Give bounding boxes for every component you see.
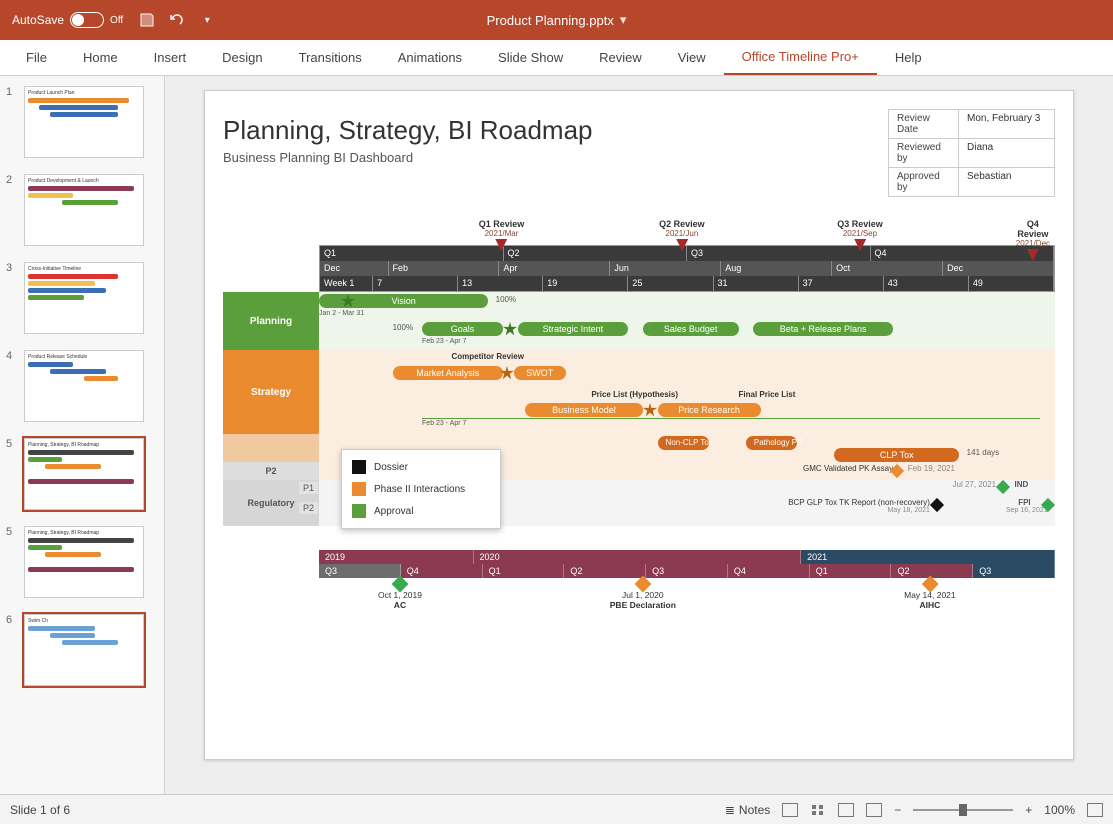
task-market-analysis[interactable]: Market Analysis	[393, 366, 503, 380]
zoom-out-button[interactable]: −	[894, 803, 901, 817]
milestone-burst-icon	[503, 322, 517, 336]
lane-planning[interactable]: Planning Vision 100% Jan 2 - Mar 31 Goal…	[223, 292, 1055, 350]
zoom-in-button[interactable]: +	[1025, 803, 1032, 817]
tab-slideshow[interactable]: Slide Show	[480, 40, 581, 75]
timescale: Q1Q2Q3Q4 DecFebAprJunAugOctDec Week 1713…	[319, 245, 1055, 292]
reading-view-icon[interactable]	[838, 803, 854, 817]
milestone-ac: Oct 1, 2019AC	[378, 578, 422, 610]
sorter-view-icon[interactable]	[810, 803, 826, 817]
task-price-research[interactable]: Price Research	[658, 403, 761, 417]
notes-icon: ≣	[725, 803, 735, 817]
undo-icon[interactable]	[169, 12, 185, 28]
fit-to-window-icon[interactable]	[1087, 803, 1103, 817]
thumb-1[interactable]: 1Product Launch Plan	[0, 82, 164, 170]
lane-strategy[interactable]: Strategy Competitor Review Market Analys…	[223, 350, 1055, 434]
tab-insert[interactable]: Insert	[136, 40, 205, 75]
task-plans[interactable]: Beta + Release Plans	[753, 322, 893, 336]
document-title: Product Planning.pptx▾	[487, 12, 627, 28]
thumb-6[interactable]: 6Swim Ch	[0, 610, 164, 698]
legend-item[interactable]: Phase II Interactions	[342, 478, 500, 500]
zoom-level: 100%	[1044, 803, 1075, 817]
review-q1: Q1 Review2021/Mar	[479, 219, 525, 251]
milestone-burst-icon	[341, 294, 355, 308]
milestone-pbe: Jul 1, 2020PBE Declaration	[610, 578, 676, 610]
title-bar: AutoSave Off ▾ Product Planning.pptx▾	[0, 0, 1113, 40]
milestone-aihc: May 14, 2021AIHC	[904, 578, 956, 610]
save-icon[interactable]	[139, 12, 155, 28]
timeline[interactable]: Q1 Review2021/Mar Q2 Review2021/Jun Q3 R…	[223, 219, 1055, 618]
tab-transitions[interactable]: Transitions	[281, 40, 380, 75]
task-business-model[interactable]: Business Model	[525, 403, 643, 417]
slide-indicator: Slide 1 of 6	[10, 803, 70, 817]
diamond-icon	[930, 498, 944, 512]
thumb-5b[interactable]: 5Planning, Strategy, BI Roadmap	[0, 522, 164, 610]
diamond-icon	[996, 480, 1010, 494]
task-budget[interactable]: Sales Budget	[643, 322, 739, 336]
milestone-burst-icon	[500, 366, 514, 380]
tab-design[interactable]: Design	[204, 40, 280, 75]
tab-animations[interactable]: Animations	[380, 40, 480, 75]
task-goals[interactable]: Goals	[422, 322, 503, 336]
workspace: 1Product Launch Plan 2Product Developmen…	[0, 76, 1113, 794]
ribbon-tabs: File Home Insert Design Transitions Anim…	[0, 40, 1113, 76]
tab-file[interactable]: File	[8, 40, 65, 75]
status-bar: Slide 1 of 6 ≣Notes − + 100%	[0, 794, 1113, 824]
review-q4: Q4 Review2021/Dec	[1016, 219, 1050, 261]
autosave-toggle[interactable]: AutoSave Off	[12, 12, 123, 28]
review-q2: Q2 Review2021/Jun	[659, 219, 705, 251]
autosave-label: AutoSave	[12, 13, 64, 27]
tab-home[interactable]: Home	[65, 40, 136, 75]
slide-thumbnail-panel[interactable]: 1Product Launch Plan 2Product Developmen…	[0, 76, 165, 794]
year-band: 2019 2020 2021 Q3 Q4 Q1 Q2 Q3 Q4 Q1 Q2 Q…	[223, 550, 1055, 618]
meta-table: Review DateMon, February 3 Reviewed byDi…	[888, 109, 1055, 197]
customize-qat-icon[interactable]: ▾	[199, 12, 215, 28]
zoom-slider[interactable]	[913, 809, 1013, 811]
thumb-3[interactable]: 3Cross-Initiative Timeline	[0, 258, 164, 346]
normal-view-icon[interactable]	[782, 803, 798, 817]
milestone-burst-icon	[643, 403, 657, 417]
toggle-switch[interactable]	[70, 12, 104, 28]
tab-office-timeline[interactable]: Office Timeline Pro+	[724, 40, 877, 75]
task-swot[interactable]: SWOT	[514, 366, 566, 380]
tab-view[interactable]: View	[660, 40, 724, 75]
legend-popup[interactable]: Dossier Phase II Interactions Approval	[341, 449, 501, 529]
task-intent[interactable]: Strategic Intent	[518, 322, 628, 336]
legend-item[interactable]: Dossier	[342, 456, 500, 478]
tab-help[interactable]: Help	[877, 40, 940, 75]
thumb-5[interactable]: 5Planning, Strategy, BI Roadmap	[0, 434, 164, 522]
thumb-2[interactable]: 2Product Development & Launch	[0, 170, 164, 258]
task-clp-tox[interactable]: CLP Tox	[834, 448, 959, 462]
legend-item[interactable]: Approval	[342, 500, 500, 522]
thumb-4[interactable]: 4Product Release Schedule	[0, 346, 164, 434]
tab-review[interactable]: Review	[581, 40, 660, 75]
review-q3: Q3 Review2021/Sep	[837, 219, 883, 251]
notes-button[interactable]: ≣Notes	[725, 803, 770, 817]
slide-canvas-area[interactable]: Planning, Strategy, BI Roadmap Business …	[165, 76, 1113, 794]
slide[interactable]: Planning, Strategy, BI Roadmap Business …	[204, 90, 1074, 760]
quick-access-toolbar: ▾	[139, 12, 215, 28]
autosave-state: Off	[110, 15, 123, 26]
slideshow-view-icon[interactable]	[866, 803, 882, 817]
